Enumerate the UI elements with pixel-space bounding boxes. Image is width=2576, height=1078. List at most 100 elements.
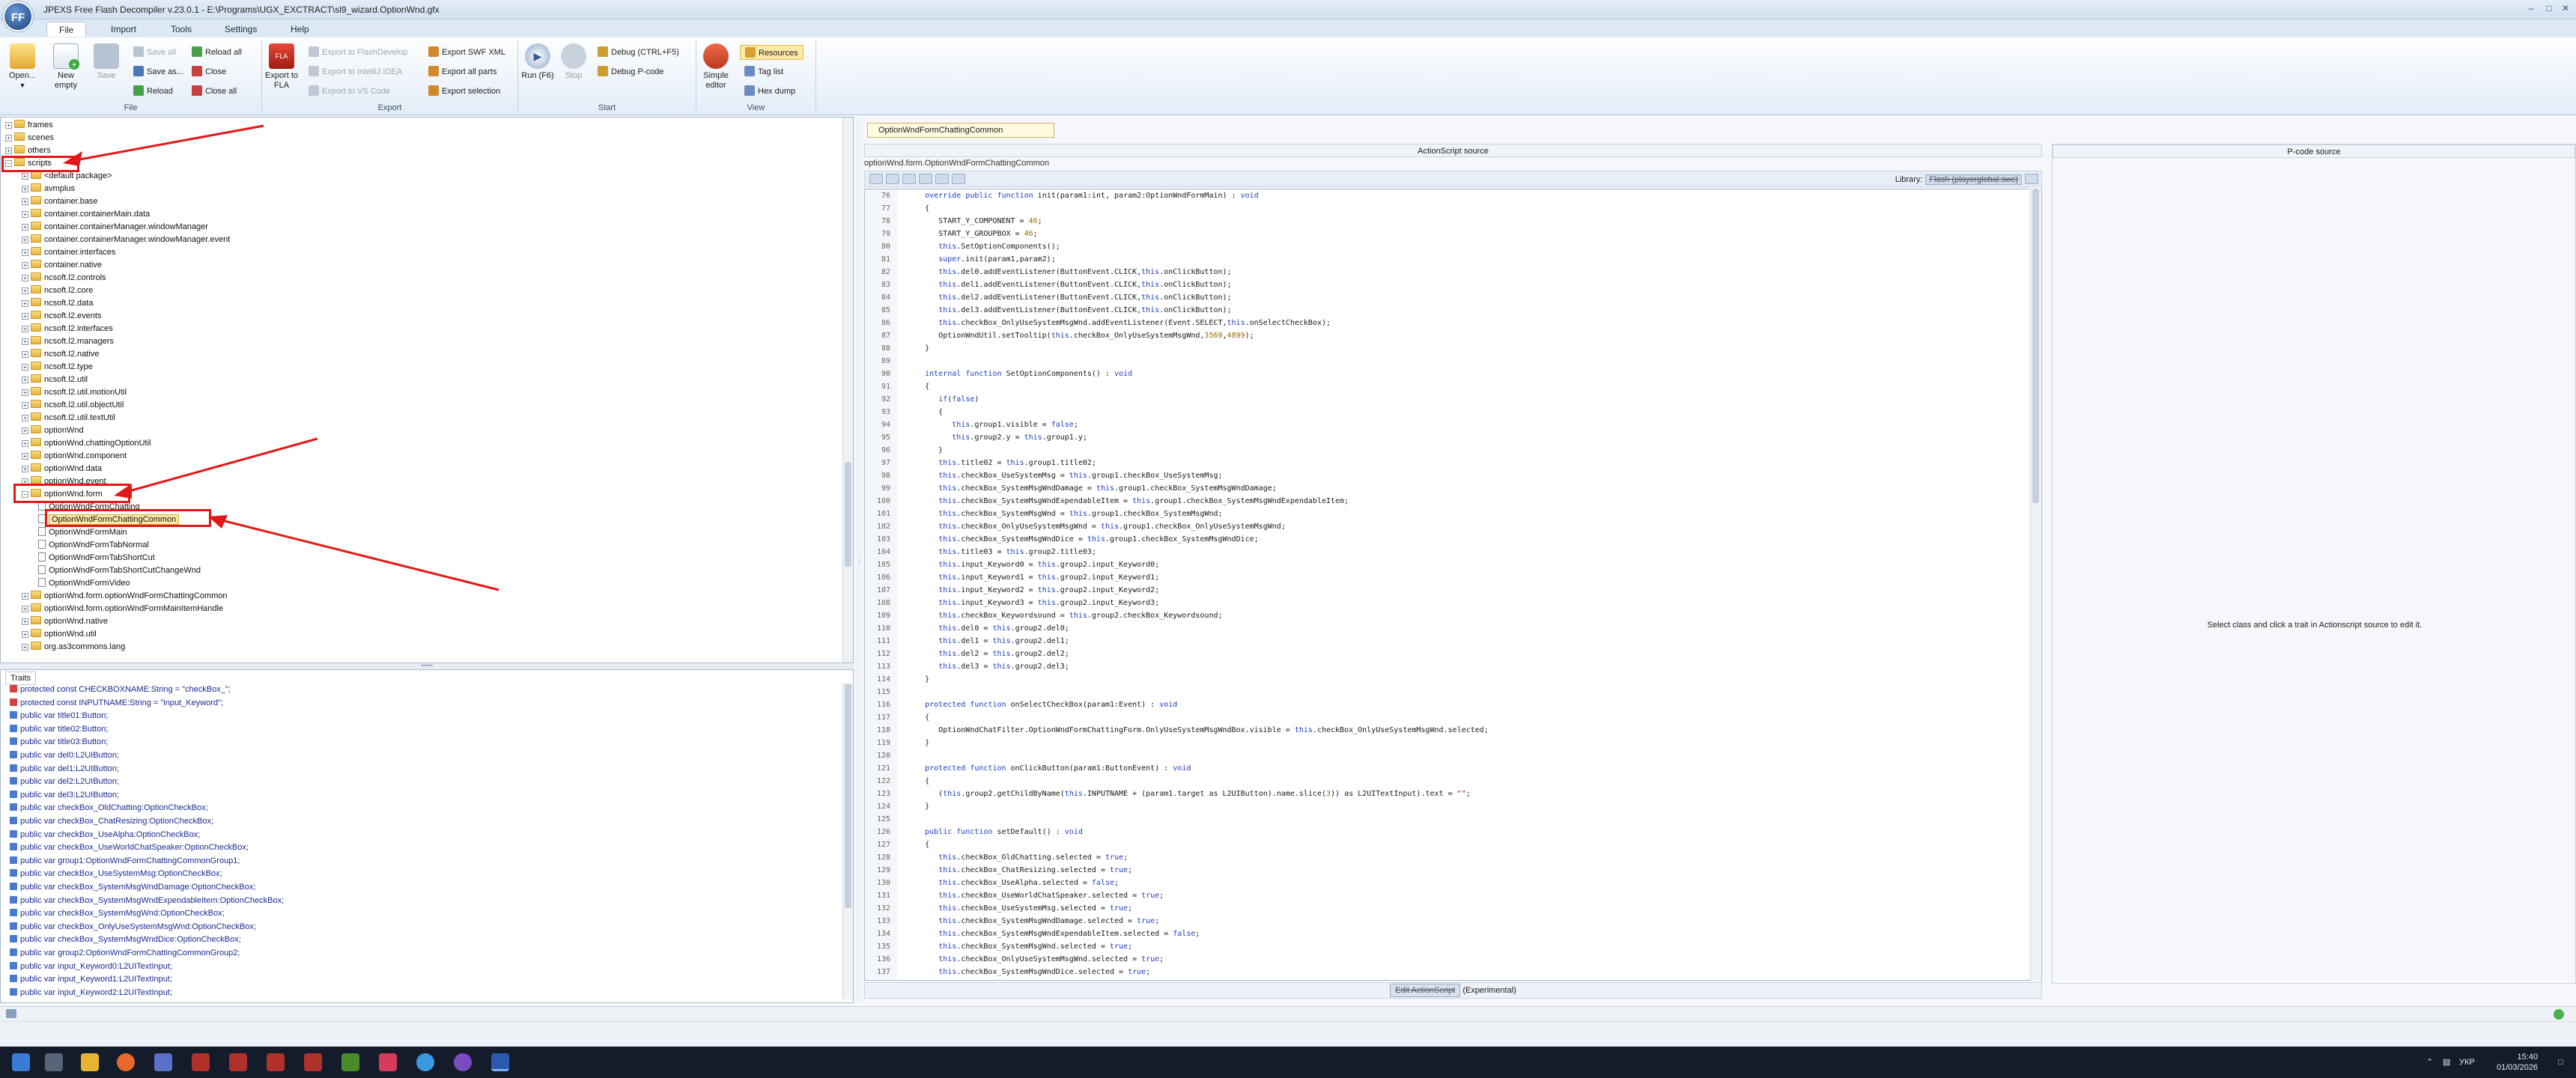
trait-item[interactable]: public var input_Keyword2:L2UITextInput; — [10, 987, 172, 998]
trait-item[interactable]: public var checkBox_UseWorldChatSpeaker:… — [10, 841, 249, 855]
app-purple-icon[interactable] — [454, 1053, 472, 1071]
library-selector[interactable]: Library: Flash (playerglobal.swc) — [1895, 174, 2022, 185]
open-button[interactable]: Open... ▼ — [4, 43, 40, 91]
trait-item[interactable]: public var input_Keyword1:L2UITextInput; — [10, 973, 172, 987]
app-icon[interactable] — [154, 1053, 172, 1071]
network-icon[interactable]: ▤ — [2443, 1047, 2450, 1078]
close-button[interactable]: Close — [192, 64, 226, 79]
app-red-4-icon[interactable] — [304, 1053, 322, 1071]
expand-icon[interactable]: + — [22, 606, 28, 612]
trait-item[interactable]: public var checkBox_SystemMsgWndDamage:O… — [10, 881, 255, 895]
trait-item[interactable]: protected const INPUTNAME:String = "inpu… — [10, 697, 223, 710]
language-indicator[interactable]: УКР — [2459, 1047, 2475, 1078]
trait-item[interactable]: public var checkBox_UseAlpha:OptionCheck… — [10, 829, 200, 842]
code-scrollbar[interactable] — [2030, 189, 2041, 981]
edit-actionscript-button[interactable]: Edit ActionScript — [1390, 984, 1461, 997]
document-tab[interactable]: OptionWndFormChattingCommon — [867, 123, 1054, 138]
clock[interactable]: 15:40 01/03/2026 — [2497, 1052, 2538, 1073]
ffdec-taskbar-icon[interactable] — [491, 1053, 509, 1071]
trait-item[interactable]: public var checkBox_SystemMsgWnd:OptionC… — [10, 907, 225, 921]
export-swf-xml-button[interactable]: Export SWF XML — [428, 45, 505, 60]
trait-item[interactable]: public var checkBox_UseSystemMsg:OptionC… — [10, 868, 222, 881]
format-icon[interactable] — [935, 174, 949, 184]
tree-item[interactable]: + optionWnd.form.optionWndFormMainItemHan… — [22, 603, 223, 615]
export-to-vscode-button[interactable]: Export to VS Code — [309, 84, 390, 99]
app-red-3-icon[interactable] — [267, 1053, 285, 1071]
traits-scrollbar[interactable] — [842, 683, 853, 999]
library-value[interactable]: Flash (playerglobal.swc) — [1925, 174, 2022, 185]
taskview-icon[interactable] — [45, 1053, 63, 1071]
menu-file[interactable]: File — [46, 22, 87, 37]
app-logo-icon[interactable]: FF — [3, 1, 33, 31]
chrome-icon[interactable] — [416, 1053, 434, 1071]
stop-button[interactable]: Stop — [556, 43, 592, 81]
trait-item[interactable]: public var checkBox_SystemMsgWndDice:Opt… — [10, 934, 241, 947]
hex-dump-button[interactable]: Hex dump — [744, 84, 795, 99]
maximize-icon[interactable]: □ — [2542, 3, 2557, 15]
trait-item[interactable]: public var group2:OptionWndFormChattingC… — [10, 947, 240, 960]
resources-button[interactable]: Resources — [740, 45, 804, 60]
menu-import[interactable]: Import — [99, 22, 148, 37]
export-selection-button[interactable]: Export selection — [428, 84, 500, 99]
save-as-button[interactable]: Save as... — [133, 64, 183, 79]
settings-icon[interactable] — [919, 174, 932, 184]
export-code-icon[interactable] — [952, 174, 965, 184]
expand-icon[interactable]: + — [22, 631, 28, 638]
vertical-splitter[interactable]: ⋮ — [855, 117, 863, 1003]
trait-item[interactable]: public var del3:L2UIButton; — [10, 789, 119, 803]
code-scrollbar-thumb[interactable] — [2032, 189, 2039, 503]
replace-icon[interactable] — [886, 174, 899, 184]
export-all-parts-button[interactable]: Export all parts — [428, 64, 496, 79]
trait-item[interactable]: public var input_Keyword0:L2UITextInput; — [10, 960, 172, 974]
goto-icon[interactable] — [902, 174, 916, 184]
debug-pcode-button[interactable]: Debug P-code — [598, 64, 663, 79]
tree-item[interactable]: + org.as3commons.lang — [22, 641, 125, 654]
library-settings-icon[interactable] — [2025, 174, 2038, 184]
expand-icon[interactable]: + — [22, 644, 28, 651]
media-icon[interactable] — [341, 1053, 359, 1071]
run-button[interactable]: ▶ Run (F6) — [520, 43, 556, 81]
jetbrains-icon[interactable] — [379, 1053, 397, 1071]
trait-item[interactable]: public var del0:L2UIButton; — [10, 749, 119, 763]
tray-chevron-icon[interactable]: ⌃ — [2426, 1047, 2433, 1078]
save-all-button[interactable]: Save all — [133, 45, 176, 60]
traits-scrollbar-thumb[interactable] — [845, 683, 851, 908]
export-to-intellij-button[interactable]: Export to IntelliJ IDEA — [309, 64, 402, 79]
menu-settings[interactable]: Settings — [213, 22, 269, 37]
tree-scrollbar-thumb[interactable] — [845, 462, 851, 567]
tag-list-button[interactable]: Tag list — [744, 64, 783, 79]
trait-item[interactable]: public var checkBox_SystemMsgWndExpendab… — [10, 895, 284, 908]
trait-item[interactable]: public var checkBox_OnlyUseSystemMsgWnd:… — [10, 921, 256, 934]
simple-editor-button[interactable]: Simple editor — [698, 43, 734, 91]
trait-item[interactable]: public var del1:L2UIButton; — [10, 763, 119, 776]
actionscript-code-editor[interactable]: 76 override public function init(param1:… — [864, 189, 2042, 981]
notifications-icon[interactable]: □ — [2558, 1047, 2563, 1078]
tree-item[interactable]: + optionWnd.util — [22, 628, 97, 641]
app-red-2-icon[interactable] — [229, 1053, 247, 1071]
save-button[interactable]: Save — [88, 43, 124, 81]
trait-item[interactable]: public var del2:L2UIButton; — [10, 776, 119, 789]
trait-item[interactable]: public var title03:Button; — [10, 736, 108, 749]
trait-item[interactable]: protected const CHECKBOXNAME:String = "c… — [10, 683, 231, 697]
export-to-flashdevelop-button[interactable]: Export to FlashDevelop — [309, 45, 407, 60]
debug-button[interactable]: Debug (CTRL+F5) — [598, 45, 679, 60]
menu-tools[interactable]: Tools — [159, 22, 204, 37]
new-empty-button[interactable]: + New empty — [48, 43, 84, 91]
close-all-button[interactable]: Close all — [192, 84, 237, 99]
trait-item[interactable]: public var title02:Button; — [10, 723, 108, 737]
firefox-icon[interactable] — [117, 1053, 135, 1071]
search-icon[interactable] — [869, 174, 883, 184]
trait-item[interactable]: public var checkBox_ChatResizing:OptionC… — [10, 815, 213, 829]
tree-item[interactable]: + optionWnd.native — [22, 615, 108, 628]
close-icon[interactable]: ✕ — [2558, 3, 2573, 15]
menu-help[interactable]: Help — [279, 22, 321, 37]
trait-item[interactable]: public var title01:Button; — [10, 710, 108, 723]
expand-icon[interactable]: + — [22, 618, 28, 625]
minimize-icon[interactable]: – — [2524, 3, 2539, 15]
explorer-icon[interactable] — [81, 1053, 99, 1071]
trait-item[interactable]: public var group1:OptionWndFormChattingC… — [10, 855, 240, 868]
tree-scrollbar[interactable] — [842, 118, 853, 663]
start-icon[interactable] — [12, 1053, 30, 1071]
reload-all-button[interactable]: Reload all — [192, 45, 242, 60]
trait-item[interactable]: public var checkBox_OldChatting:OptionCh… — [10, 802, 208, 815]
